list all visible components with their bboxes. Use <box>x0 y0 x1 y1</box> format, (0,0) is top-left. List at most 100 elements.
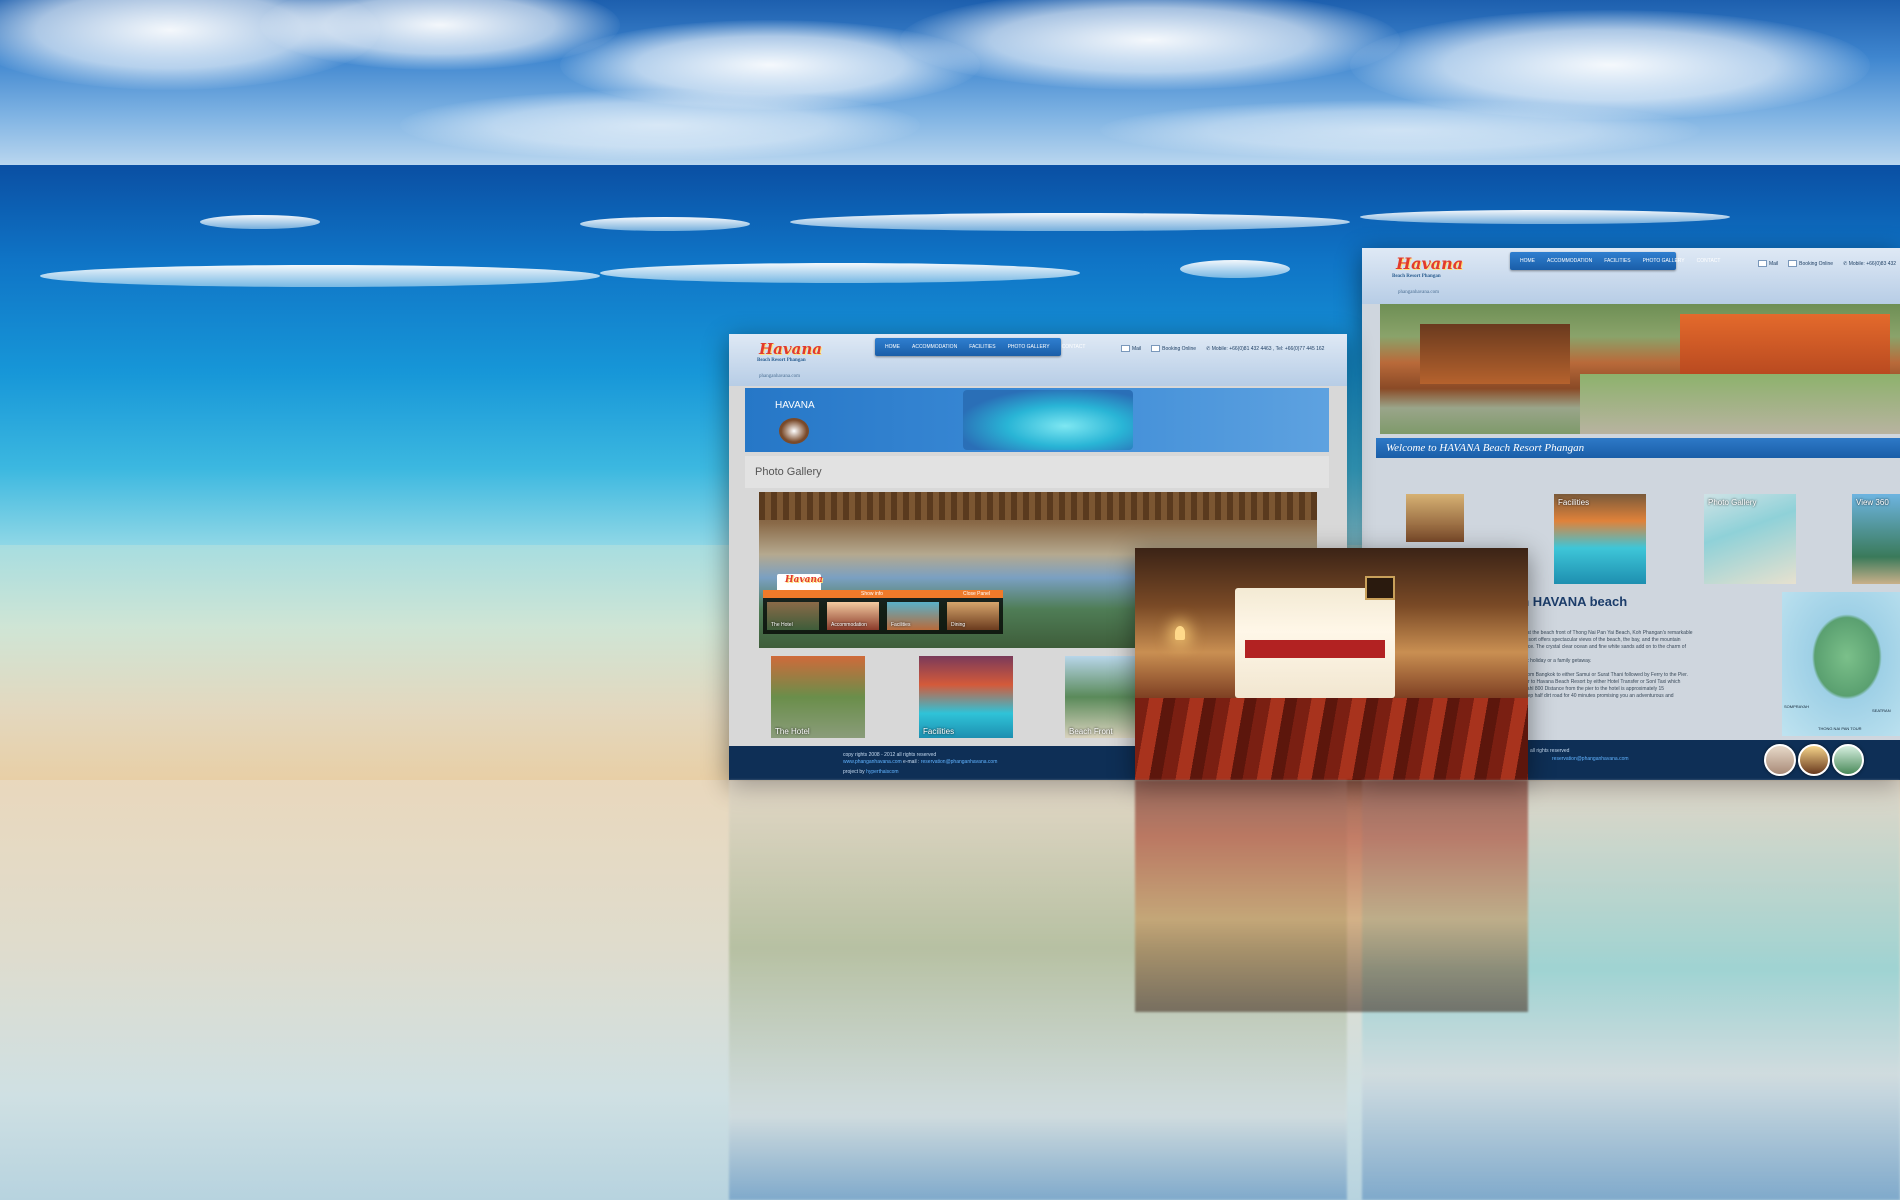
room-reflection <box>1135 780 1528 1012</box>
gallery-thumb-hotel[interactable]: The Hotel <box>771 656 865 738</box>
calendar-icon <box>1151 345 1161 352</box>
wave <box>790 213 1350 231</box>
gallery-panel-bar: Show info Close Panel <box>763 590 1003 598</box>
tile-view-360[interactable]: View 360 <box>1852 494 1900 584</box>
site-url: phanganhavana.com <box>759 374 800 379</box>
site-tagline: Beach Resort Phangan <box>757 358 806 363</box>
footer-site-link[interactable]: www.phanganhavana.com <box>843 759 902 765</box>
booking-link[interactable]: Booking Online <box>1788 260 1833 267</box>
footer-copyright: all rights reserved <box>1530 748 1570 754</box>
body-text-line: mfort at the beach front of Thong Nai Pa… <box>1514 630 1693 636</box>
main-nav: HOME ACCOMMODATION FACILITIES PHOTO GALL… <box>875 338 1085 356</box>
body-text-line: nd steep half dirt road for 40 minutes p… <box>1514 693 1674 699</box>
banner-title: HAVANA <box>775 400 815 411</box>
footer-contact: www.phanganhavana.com e-mail : reservati… <box>843 759 998 765</box>
room-photo[interactable] <box>1135 548 1528 780</box>
footer-email-link[interactable]: reservation@phanganhavana.com <box>921 759 998 765</box>
site-tagline: Beach Resort Phangan <box>1392 274 1441 279</box>
gallery-thumb-beach-front[interactable]: Beach Front <box>1065 656 1145 738</box>
wave <box>40 265 600 287</box>
page-title: Photo Gallery <box>755 466 822 478</box>
nav-home[interactable]: HOME <box>885 344 900 350</box>
close-panel-tab[interactable]: Close Panel <box>963 591 990 597</box>
phone-info: ✆ Mobile: +66(0)81 432 4463 , Tel: +66(0… <box>1206 345 1325 352</box>
wave <box>600 263 1080 283</box>
lamp <box>1175 626 1185 640</box>
cloud <box>1100 100 1700 160</box>
wall-picture <box>1365 576 1395 600</box>
footer-copyright: copy rights 2008 - 2012 all rights reser… <box>843 752 937 758</box>
nav-facilities[interactable]: FACILITIES <box>969 344 995 350</box>
gallery-filmstrip: The Hotel Accommodation Facilities Dinin… <box>763 598 1003 634</box>
body-text-line: ows from Bangkok to either Samui or Sura… <box>1514 672 1688 678</box>
nav-accommodation[interactable]: ACCOMMODATION <box>1547 258 1592 264</box>
filmstrip-item[interactable]: Facilities <box>887 602 939 630</box>
filmstrip-item[interactable]: The Hotel <box>767 602 819 630</box>
tile-facilities[interactable]: Facilities <box>1554 494 1646 584</box>
phone-icon: ✆ <box>1843 260 1848 267</box>
cloud <box>900 0 1400 90</box>
nav-home[interactable]: HOME <box>1520 258 1535 264</box>
site-logo[interactable]: Havana <box>1396 254 1463 273</box>
tile-photo-gallery[interactable]: Photo Gallery <box>1704 494 1796 584</box>
cloud <box>400 90 920 160</box>
home-body-text: mfort at the beach front of Thong Nai Pa… <box>1514 630 1714 700</box>
avatar[interactable] <box>1832 744 1864 776</box>
bed-runner <box>1245 640 1385 658</box>
map-label: THONG NAI PAN TOUR <box>1818 726 1862 731</box>
booking-link[interactable]: Booking Online <box>1151 345 1196 352</box>
calendar-icon <box>1788 260 1798 267</box>
island-map[interactable]: SOMPRAYAH THONG NAI PAN TOUR SEATRAN <box>1782 592 1900 736</box>
body-text-line: mantic holiday or a family getaway. <box>1514 658 1592 664</box>
nav-contact[interactable]: CONTACT <box>1697 258 1721 264</box>
avatar[interactable] <box>1764 744 1796 776</box>
nav-contact[interactable]: CONTACT <box>1062 344 1086 350</box>
footer-email[interactable]: reservation@phanganhavana.com <box>1552 756 1629 762</box>
body-text-line: perience. The crystal clear ocean and fi… <box>1514 644 1686 650</box>
tile-thumbnail[interactable] <box>1406 494 1464 542</box>
phone-info: ✆ Mobile: +66(0)83 432 <box>1843 260 1897 267</box>
main-nav: HOME ACCOMMODATION FACILITIES PHOTO GALL… <box>1510 252 1720 270</box>
wave <box>1180 260 1290 278</box>
site-logo[interactable]: Havana <box>759 340 822 358</box>
wave <box>200 215 320 229</box>
home-heading: an HAVANA beach <box>1514 594 1628 609</box>
wood-floor <box>1135 698 1528 780</box>
body-text-line: ransfer to Havana Beach Resort by either… <box>1514 679 1681 685</box>
body-text-line: The resort offers spectacular views of t… <box>1514 637 1681 643</box>
wave <box>580 217 750 231</box>
site-header: Havana Beach Resort Phangan phanganhavan… <box>729 334 1347 386</box>
body-text-line: s at Bahl 800 Distance from the pier to … <box>1514 686 1665 692</box>
map-label: SOMPRAYAH <box>1784 704 1809 709</box>
nav-accommodation[interactable]: ACCOMMODATION <box>912 344 957 350</box>
filmstrip-item[interactable]: Dining <box>947 602 999 630</box>
mail-link[interactable]: Mail <box>1121 345 1141 352</box>
show-info-tab[interactable]: Show info <box>861 591 883 597</box>
nav-photo-gallery[interactable]: PHOTO GALLERY <box>1008 344 1050 350</box>
utility-links: Mail Booking Online ✆ Mobile: +66(0)83 4… <box>1758 260 1896 267</box>
site-header: Havana Beach Resort Phangan phanganhavan… <box>1362 248 1900 304</box>
gallery-banner: HAVANA <box>745 388 1329 452</box>
site-url: phanganhavana.com <box>1398 290 1439 295</box>
body-text-line <box>1514 665 1714 672</box>
nav-facilities[interactable]: FACILITIES <box>1604 258 1630 264</box>
hero-image <box>1380 304 1900 434</box>
map-label: SEATRAN <box>1872 708 1891 713</box>
heading-bar: Photo Gallery <box>745 456 1329 488</box>
wave <box>1360 210 1730 224</box>
mail-link[interactable]: Mail <box>1758 260 1778 267</box>
body-text-line <box>1514 651 1714 658</box>
coconut-icon <box>779 418 809 444</box>
avatar[interactable] <box>1798 744 1830 776</box>
gallery-thumb-facilities[interactable]: Facilities <box>919 656 1013 738</box>
filmstrip-item[interactable]: Accommodation <box>827 602 879 630</box>
phone-icon: ✆ <box>1206 345 1211 352</box>
footer-project: project by hyperthaiscom <box>843 769 899 775</box>
sky-background <box>0 0 1900 165</box>
mail-icon <box>1121 345 1130 352</box>
footer-project-link[interactable]: hyperthaiscom <box>866 769 899 775</box>
utility-links: Mail Booking Online ✆ Mobile: +66(0)81 4… <box>1121 345 1324 352</box>
welcome-banner: Welcome to HAVANA Beach Resort Phangan <box>1376 438 1900 458</box>
nav-photo-gallery[interactable]: PHOTO GALLERY <box>1643 258 1685 264</box>
pool-image <box>963 390 1133 450</box>
